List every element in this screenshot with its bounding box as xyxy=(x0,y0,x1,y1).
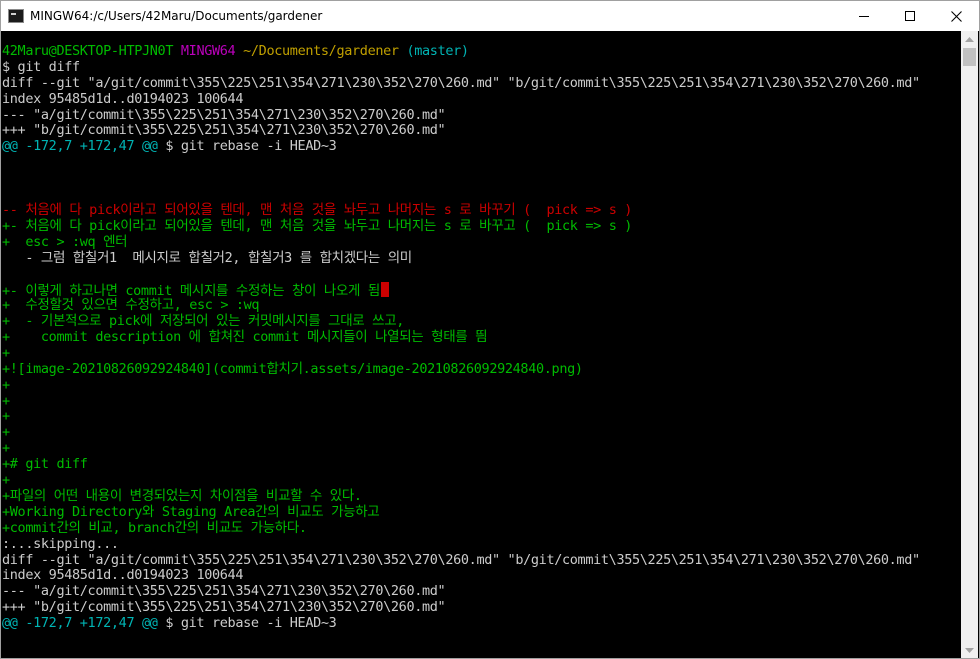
terminal-text: + xyxy=(2,377,10,393)
scroll-down-button[interactable] xyxy=(961,641,978,658)
terminal-line: - 그럼 합칠거1 메시지로 합칠거2, 합칠거3 를 합치겠다는 의미 xyxy=(1,251,962,267)
terminal-line: 42Maru@DESKTOP-HTPJN0T MINGW64 ~/Documen… xyxy=(1,44,962,60)
terminal-icon[interactable] xyxy=(8,9,24,23)
terminal-text: + xyxy=(2,408,10,424)
terminal-output[interactable]: 42Maru@DESKTOP-HTPJN0T MINGW64 ~/Documen… xyxy=(1,31,962,658)
terminal-line: +Working Directory와 Staging Area간의 비교도 가… xyxy=(1,505,962,521)
terminal-line: + xyxy=(1,473,962,489)
terminal-text: $ git rebase -i HEAD~3 xyxy=(158,138,337,154)
terminal-text: -- 처음에 다 pick이라고 되어있을 텐데, 맨 처음 것을 놔두고 나머… xyxy=(2,202,632,218)
terminal-text: 42Maru@DESKTOP-HTPJN0T xyxy=(2,43,181,59)
terminal-line: +- 처음에 다 pick이라고 되어있을 텐데, 맨 처음 것을 놔두고 나머… xyxy=(1,219,962,235)
minimize-button[interactable] xyxy=(841,1,887,31)
terminal-line: +파일의 어떤 내용이 변경되었는지 차이점을 비교할 수 있다. xyxy=(1,489,962,505)
terminal-text: +++ "b/git/commit\355\225\251\354\271\23… xyxy=(2,122,445,138)
terminal-line: + 수정할것 있으면 수정하고, esc > :wq xyxy=(1,298,962,314)
terminal-text: $ git diff xyxy=(2,59,80,75)
terminal-text: +파일의 어떤 내용이 변경되었는지 차이점을 비교할 수 있다. xyxy=(2,488,362,504)
terminal-line: + xyxy=(1,346,962,362)
terminal-line: index 95485d1d..d0194023 100644 xyxy=(1,92,962,108)
terminal-line: +++ "b/git/commit\355\225\251\354\271\23… xyxy=(1,123,962,139)
terminal-line: $ git diff xyxy=(1,60,962,76)
terminal-line: +++ "b/git/commit\355\225\251\354\271\23… xyxy=(1,600,962,616)
terminal-line: + xyxy=(1,441,962,457)
terminal-text: +Working Directory와 Staging Area간의 비교도 가… xyxy=(2,504,379,520)
title-bar[interactable]: MINGW64:/c/Users/42Maru/Documents/garden… xyxy=(1,1,979,31)
terminal-text: + 수정할것 있으면 수정하고, esc > :wq xyxy=(2,297,259,313)
terminal-text: + xyxy=(2,393,10,409)
terminal-text: +- 처음에 다 pick이라고 되어있을 텐데, 맨 처음 것을 놔두고 나머… xyxy=(2,218,632,234)
terminal-text: - 그럼 합칠거1 메시지로 합칠거2, 합칠거3 를 합치겠다는 의미 xyxy=(2,250,412,266)
terminal-line: +![image-20210826092924840](commit합치기.as… xyxy=(1,362,962,378)
terminal-text: :...skipping... xyxy=(2,536,119,552)
window-title: MINGW64:/c/Users/42Maru/Documents/garden… xyxy=(30,9,322,23)
terminal-line: +# git diff xyxy=(1,457,962,473)
scrollbar-thumb[interactable] xyxy=(963,48,976,66)
terminal-line: index 95485d1d..d0194023 100644 xyxy=(1,568,962,584)
terminal-line xyxy=(1,187,962,203)
terminal-text: --- "a/git/commit\355\225\251\354\271\23… xyxy=(2,107,445,123)
terminal-text: + xyxy=(2,345,10,361)
terminal-text: +# git diff xyxy=(2,456,88,472)
terminal-line: diff --git "a/git/commit\355\225\251\354… xyxy=(1,76,962,92)
chevron-down-icon xyxy=(965,647,974,653)
terminal-line: --- "a/git/commit\355\225\251\354\271\23… xyxy=(1,584,962,600)
terminal-text: + xyxy=(2,440,10,456)
terminal-text: (master) xyxy=(399,43,469,59)
terminal-line xyxy=(1,171,962,187)
terminal-text: +++ "b/git/commit\355\225\251\354\271\23… xyxy=(2,599,445,615)
terminal-line: + xyxy=(1,394,962,410)
terminal-text: index 95485d1d..d0194023 100644 xyxy=(2,91,243,107)
terminal-line xyxy=(1,155,962,171)
terminal-text: ~/Documents/gardener xyxy=(243,43,399,59)
terminal-text: + - 기본적으로 pick에 저장되어 있는 커밋메시지를 그대로 쓰고, xyxy=(2,313,404,329)
terminal-line: --- "a/git/commit\355\225\251\354\271\23… xyxy=(1,108,962,124)
terminal-text: + xyxy=(2,424,10,440)
vertical-scrollbar[interactable] xyxy=(961,31,978,658)
terminal-line: @@ -172,7 +172,47 @@ $ git rebase -i HEA… xyxy=(1,139,962,155)
terminal-line: + xyxy=(1,378,962,394)
terminal-line: +- 이렇게 하고나면 commit 메시지를 수정하는 창이 나오게 됨 xyxy=(1,282,962,298)
terminal-text: $ git rebase -i HEAD~3 xyxy=(158,615,337,631)
terminal-text: diff --git "a/git/commit\355\225\251\354… xyxy=(2,552,920,568)
terminal-line: diff --git "a/git/commit\355\225\251\354… xyxy=(1,553,962,569)
minimize-icon xyxy=(859,11,869,21)
terminal-line: + xyxy=(1,409,962,425)
maximize-icon xyxy=(905,11,915,21)
terminal-line: -- 처음에 다 pick이라고 되어있을 텐데, 맨 처음 것을 놔두고 나머… xyxy=(1,203,962,219)
close-icon xyxy=(951,11,962,22)
terminal-line: +commit간의 비교, branch간의 비교도 가능하다. xyxy=(1,521,962,537)
maximize-button[interactable] xyxy=(887,1,933,31)
terminal-text: + commit description 에 합쳐진 commit 메시지들이 … xyxy=(2,329,487,345)
terminal-line xyxy=(1,266,962,282)
close-button[interactable] xyxy=(933,1,979,31)
chevron-up-icon xyxy=(965,37,974,43)
terminal-text: --- "a/git/commit\355\225\251\354\271\23… xyxy=(2,583,445,599)
terminal-text: +commit간의 비교, branch간의 비교도 가능하다. xyxy=(2,520,307,536)
terminal-text: @@ -172,7 +172,47 @@ xyxy=(2,138,158,154)
terminal-text: + esc > :wq 엔터 xyxy=(2,234,127,250)
terminal-line: + xyxy=(1,425,962,441)
terminal-text: + xyxy=(2,472,10,488)
terminal-line: :...skipping... xyxy=(1,537,962,553)
window-controls xyxy=(841,1,979,31)
terminal-line: @@ -172,7 +172,47 @@ $ git rebase -i HEA… xyxy=(1,616,962,632)
terminal-text: index 95485d1d..d0194023 100644 xyxy=(2,567,243,583)
terminal-line: + - 기본적으로 pick에 저장되어 있는 커밋메시지를 그대로 쓰고, xyxy=(1,314,962,330)
terminal-line: + commit description 에 합쳐진 commit 메시지들이 … xyxy=(1,330,962,346)
terminal-text: @@ -172,7 +172,47 @@ xyxy=(2,615,158,631)
terminal-text: diff --git "a/git/commit\355\225\251\354… xyxy=(2,75,920,91)
text-cursor xyxy=(381,282,389,297)
terminal-line: + esc > :wq 엔터 xyxy=(1,235,962,251)
terminal-window: MINGW64:/c/Users/42Maru/Documents/garden… xyxy=(0,0,980,659)
scroll-up-button[interactable] xyxy=(961,31,978,48)
terminal-text: MINGW64 xyxy=(181,43,243,59)
terminal-text: +![image-20210826092924840](commit합치기.as… xyxy=(2,361,583,377)
